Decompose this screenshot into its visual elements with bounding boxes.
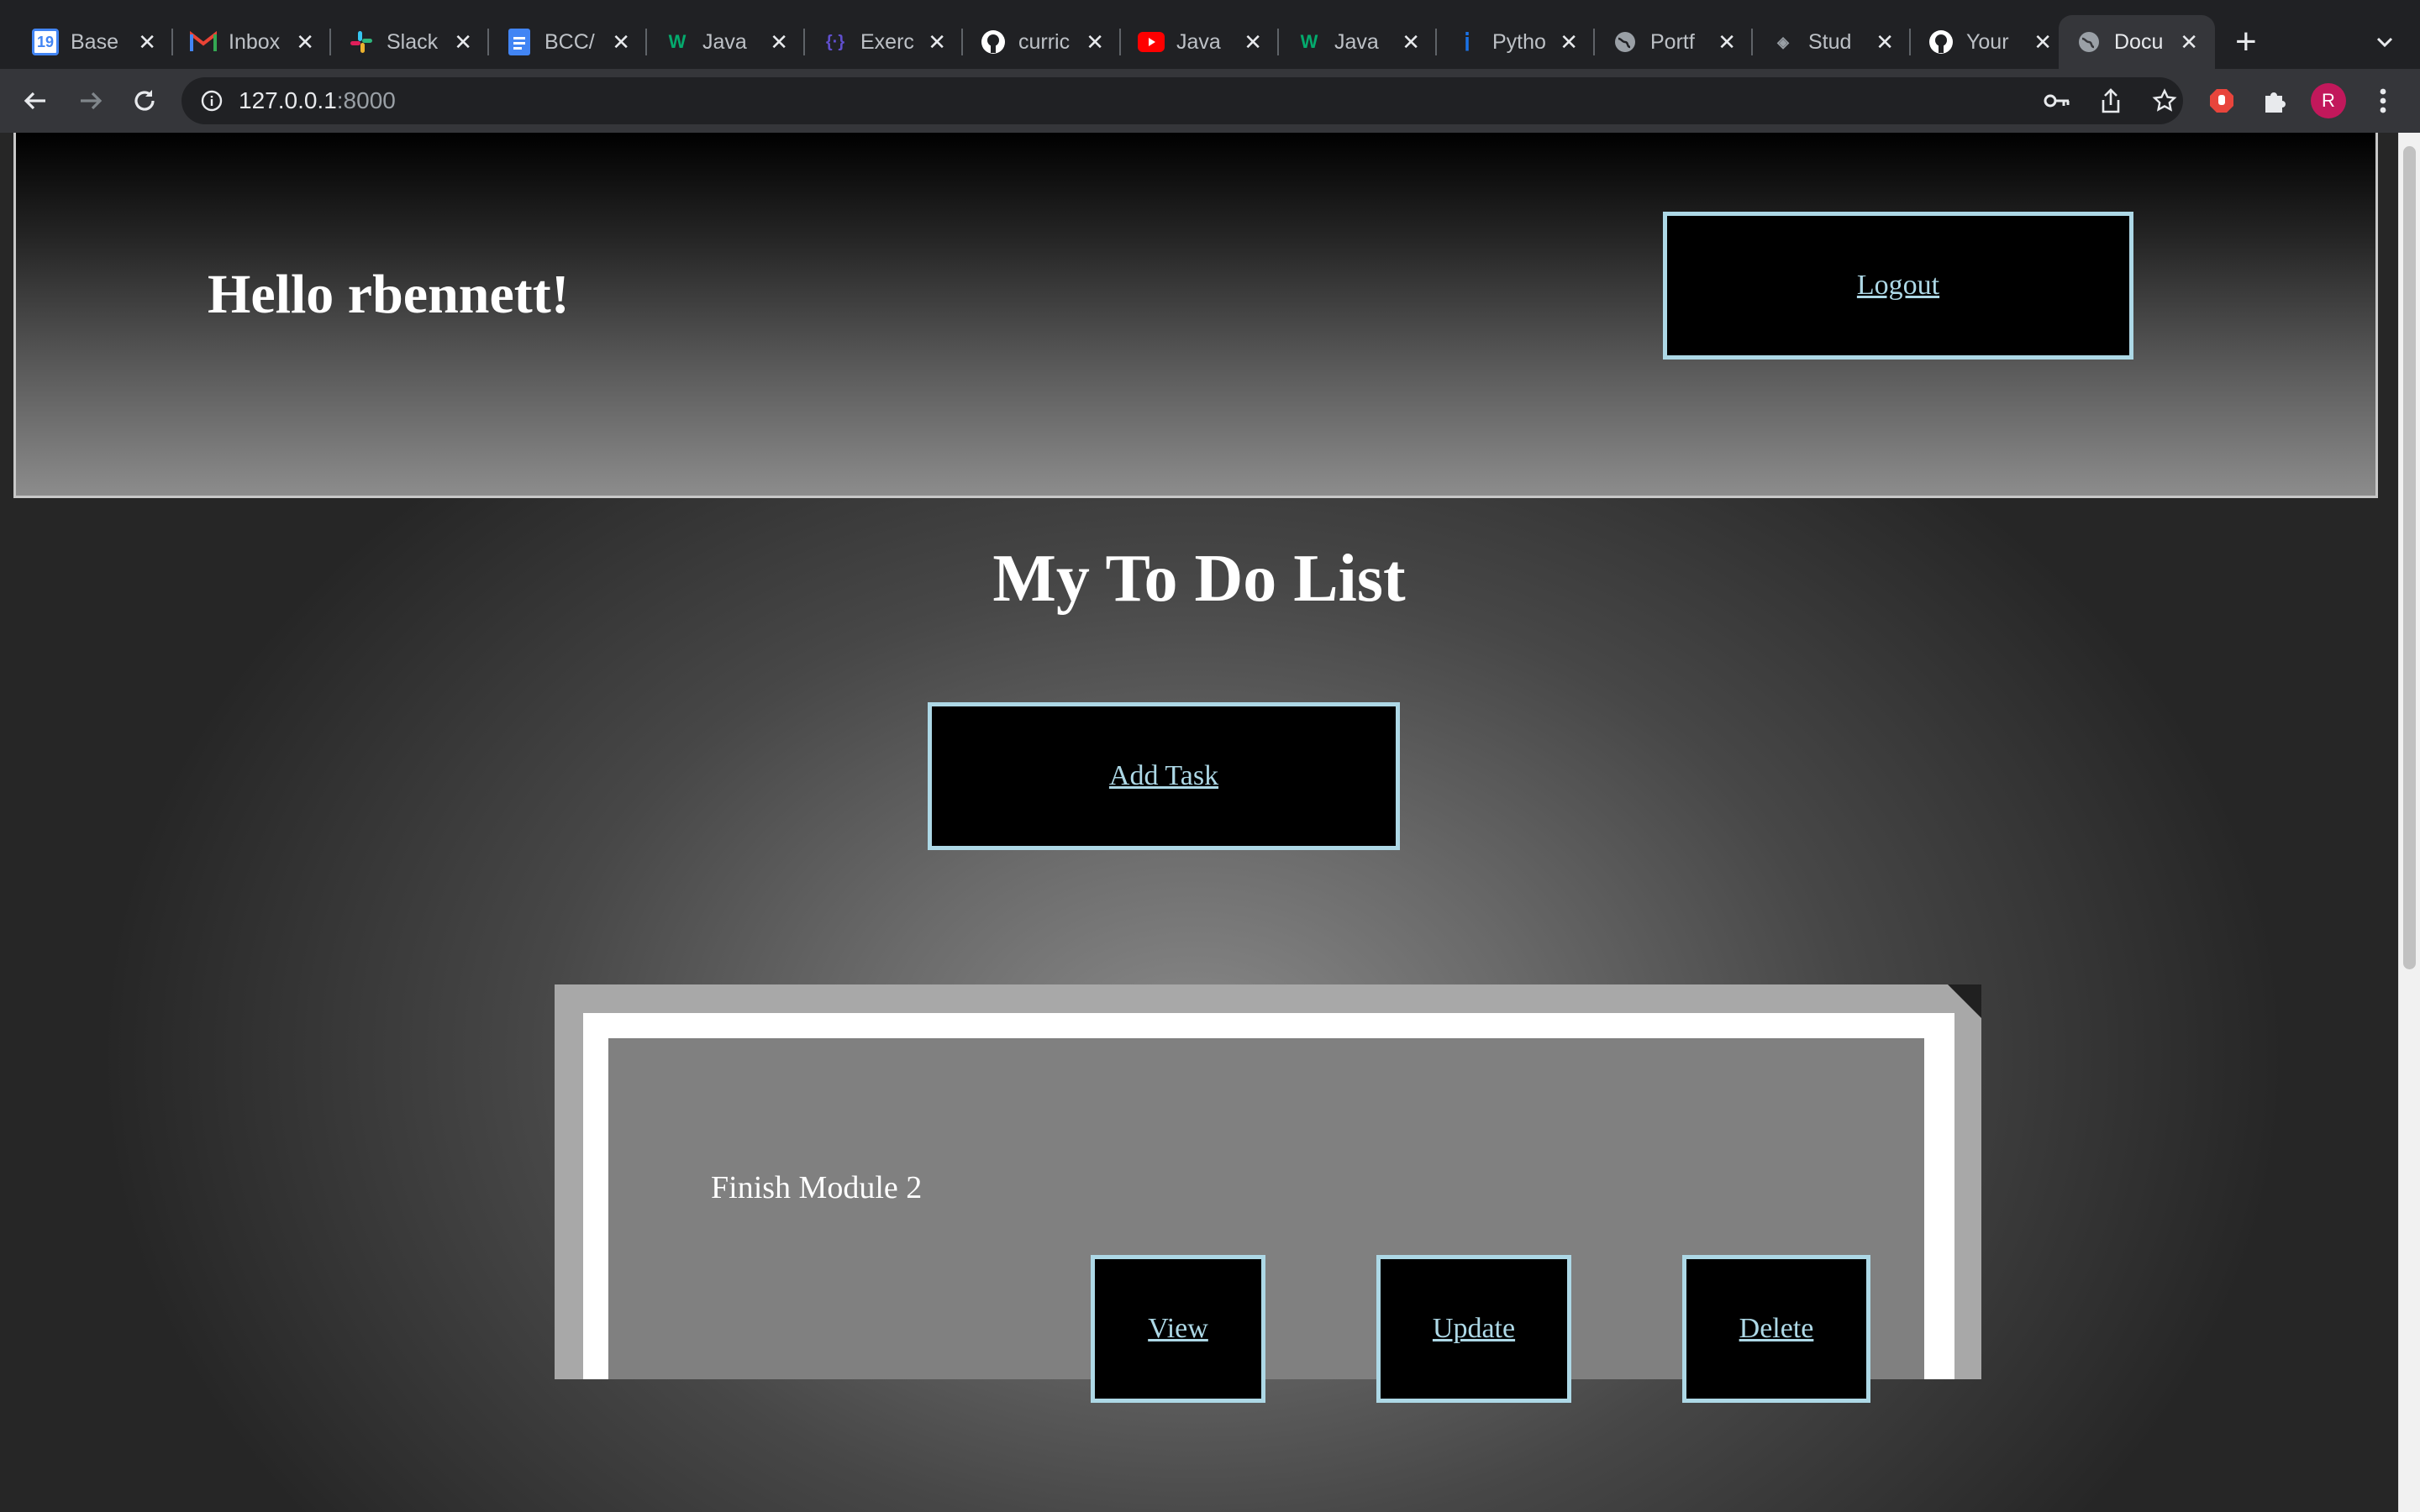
close-tab-icon[interactable]: ✕ (612, 30, 630, 54)
item-name: Finish Module 2 (711, 1170, 923, 1205)
study-icon: ◈ (1777, 33, 1789, 50)
globe-icon (1612, 29, 1639, 55)
arrow-left-icon (24, 92, 45, 110)
profile-avatar[interactable]: R (2311, 83, 2346, 118)
update-button[interactable]: Update (1376, 1255, 1571, 1403)
close-tab-icon[interactable]: ✕ (138, 30, 156, 54)
close-tab-icon[interactable]: ✕ (2180, 30, 2198, 54)
tab-8[interactable]: W Java ✕ (1279, 15, 1437, 69)
logout-button[interactable]: Logout (1663, 212, 2133, 360)
address-bar[interactable]: 127.0.0.1:8000 (182, 77, 2183, 124)
exercism-icon: {·} (825, 32, 845, 51)
tab-3[interactable]: BCC/ ✕ (489, 15, 647, 69)
tab-10[interactable]: Portf ✕ (1595, 15, 1753, 69)
tab-9[interactable]: ⅰ Pytho ✕ (1437, 15, 1595, 69)
tab-0[interactable]: 19 Base ✕ (15, 15, 173, 69)
view-button[interactable]: View (1091, 1255, 1265, 1403)
close-tab-icon[interactable]: ✕ (454, 30, 472, 54)
tab-strip: 19 Base ✕ Inbox ✕ Slack ✕ BCC/ ✕ W Java … (0, 0, 2420, 69)
bookmark-star-icon[interactable] (2151, 87, 2178, 114)
tab-title: Inbox (229, 29, 281, 54)
tab-title: Stud (1808, 29, 1852, 54)
close-tab-icon[interactable]: ✕ (2033, 30, 2052, 54)
new-tab-button[interactable]: + (2235, 20, 2257, 64)
github-icon (1928, 29, 1954, 55)
close-tab-icon[interactable]: ✕ (1402, 30, 1420, 54)
page-header: Hello rbennett! Logout (13, 133, 2378, 498)
close-tab-icon[interactable]: ✕ (1560, 30, 1578, 54)
tab-6[interactable]: curric ✕ (963, 15, 1121, 69)
github-icon (980, 29, 1007, 55)
tab-13-active[interactable]: Docu ✕ (2059, 15, 2215, 69)
reload-icon (134, 90, 155, 111)
w3schools-icon: W (668, 31, 687, 52)
tab-2[interactable]: Slack ✕ (331, 15, 489, 69)
delete-button[interactable]: Delete (1682, 1255, 1870, 1403)
logout-link[interactable]: Logout (1857, 270, 1939, 302)
tab-search-button[interactable] (2368, 25, 2402, 59)
adblock-extension-icon[interactable] (2203, 82, 2240, 119)
add-task-button[interactable]: Add Task (928, 702, 1400, 850)
browser-menu-button[interactable] (2365, 82, 2402, 119)
page-title: My To Do List (992, 542, 1406, 616)
tab-title: Java (1176, 29, 1221, 54)
tab-5[interactable]: {·} Exerc ✕ (805, 15, 963, 69)
w3schools-icon: W (1300, 31, 1318, 52)
gmail-icon (190, 29, 217, 55)
close-tab-icon[interactable]: ✕ (296, 30, 314, 54)
slack-icon (348, 29, 375, 55)
update-link[interactable]: Update (1433, 1313, 1515, 1345)
globe-icon (2075, 29, 2102, 55)
reload-button[interactable] (124, 81, 165, 121)
tab-title: Docu (2114, 29, 2164, 54)
tab-1[interactable]: Inbox ✕ (173, 15, 331, 69)
url-host: 127.0.0.1 (239, 87, 337, 113)
close-tab-icon[interactable]: ✕ (928, 30, 946, 54)
close-tab-icon[interactable]: ✕ (1718, 30, 1736, 54)
page-viewport: Hello rbennett! Logout My To Do List Add… (0, 133, 2398, 1512)
youtube-icon (1138, 29, 1165, 55)
tab-11[interactable]: ◈ Stud ✕ (1753, 15, 1911, 69)
page-scrollbar[interactable] (2398, 133, 2420, 1512)
docs-icon (506, 29, 533, 55)
tab-title: Portf (1650, 29, 1695, 54)
extensions-puzzle-icon[interactable] (2255, 82, 2292, 119)
tab-title: curric (1018, 29, 1071, 54)
tab-title: Your (1966, 29, 2009, 54)
tab-7[interactable]: Java ✕ (1121, 15, 1279, 69)
more-vertical-icon (2380, 88, 2386, 113)
add-task-link[interactable]: Add Task (1109, 760, 1218, 792)
site-info-icon[interactable] (200, 89, 224, 113)
address-url[interactable]: 127.0.0.1:8000 (239, 87, 396, 114)
tab-4[interactable]: W Java ✕ (647, 15, 805, 69)
tab-12[interactable]: Your ✕ (1911, 15, 2069, 69)
tab-title: Java (702, 29, 747, 54)
browser-toolbar: 127.0.0.1:8000 R (0, 69, 2420, 133)
share-icon[interactable] (2097, 87, 2124, 114)
close-tab-icon[interactable]: ✕ (1086, 30, 1104, 54)
scrollbar-thumb[interactable] (2403, 146, 2416, 969)
tab-title: Java (1334, 29, 1379, 54)
chevron-down-icon (2376, 37, 2393, 48)
tab-title: Base (71, 29, 118, 54)
back-button[interactable] (15, 81, 55, 121)
tab-title: BCC/ (544, 29, 595, 54)
calendar-icon: 19 (32, 29, 59, 55)
tab-title: Exerc (860, 29, 914, 54)
key-icon[interactable] (2044, 87, 2070, 114)
close-tab-icon[interactable]: ✕ (1876, 30, 1894, 54)
tab-title: Slack (387, 29, 439, 54)
delete-link[interactable]: Delete (1739, 1313, 1814, 1345)
view-link[interactable]: View (1148, 1313, 1208, 1345)
info-icon: ⅰ (1464, 29, 1470, 55)
forward-button[interactable] (71, 81, 111, 121)
url-port: :8000 (336, 87, 396, 113)
close-tab-icon[interactable]: ✕ (1244, 30, 1262, 54)
arrow-right-icon (81, 92, 103, 110)
greeting-heading: Hello rbennett! (208, 264, 570, 325)
tab-title: Pytho (1492, 29, 1546, 54)
close-tab-icon[interactable]: ✕ (770, 30, 788, 54)
